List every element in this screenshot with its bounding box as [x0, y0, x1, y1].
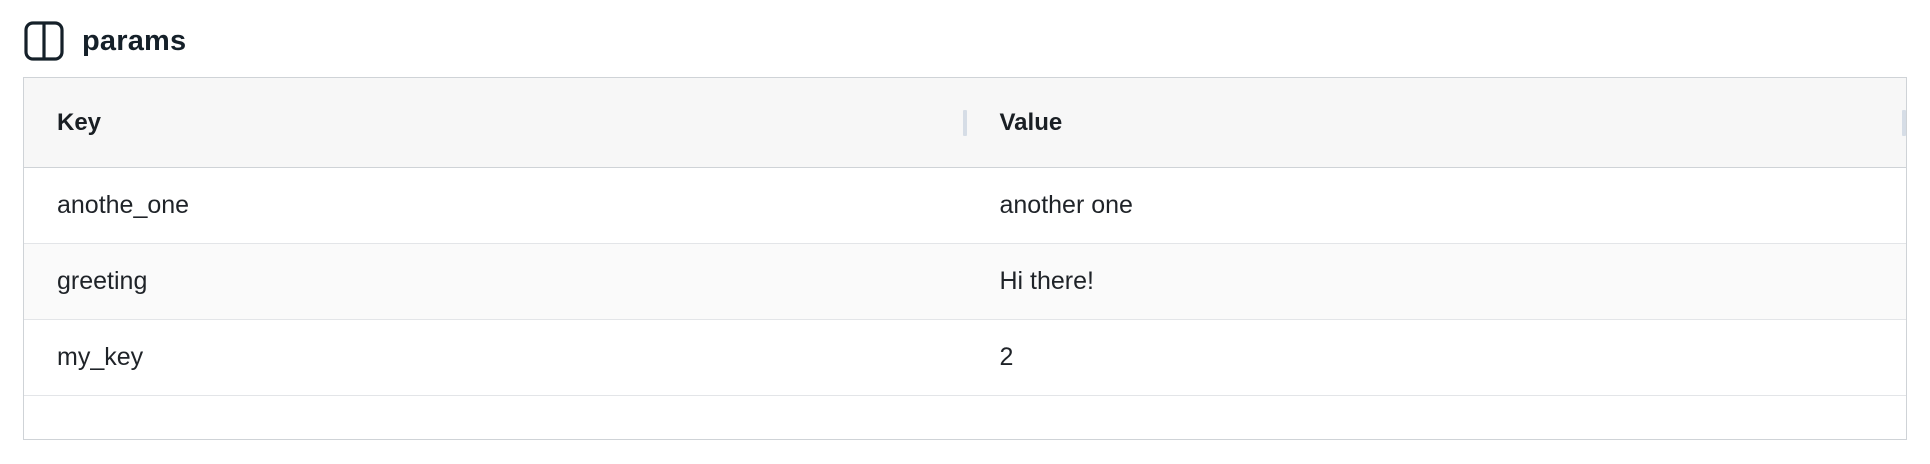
cell-value: another one — [999, 191, 1133, 219]
panel-header: params — [24, 18, 186, 64]
column-header-value[interactable]: Value — [967, 78, 1906, 167]
cell-value: Hi there! — [999, 267, 1094, 295]
table-row[interactable]: my_key 2 — [24, 320, 1906, 396]
column-resize-handle[interactable] — [1902, 110, 1906, 136]
cell-value: 2 — [999, 343, 1014, 371]
table-row[interactable]: anothe_one another one — [24, 168, 1906, 244]
table-header: Key Value — [24, 78, 1906, 168]
params-table: Key Value anothe_one another one greetin… — [23, 77, 1907, 440]
panel-title: params — [82, 24, 187, 57]
cell-key: anothe_one — [57, 191, 190, 219]
cell-key: greeting — [57, 267, 148, 295]
column-header-label: Key — [57, 108, 102, 136]
column-header-key[interactable]: Key — [24, 78, 967, 167]
column-header-label: Value — [999, 108, 1063, 136]
split-view-icon — [24, 21, 64, 61]
cell-key: my_key — [57, 343, 144, 371]
table-row[interactable]: greeting Hi there! — [24, 244, 1906, 320]
